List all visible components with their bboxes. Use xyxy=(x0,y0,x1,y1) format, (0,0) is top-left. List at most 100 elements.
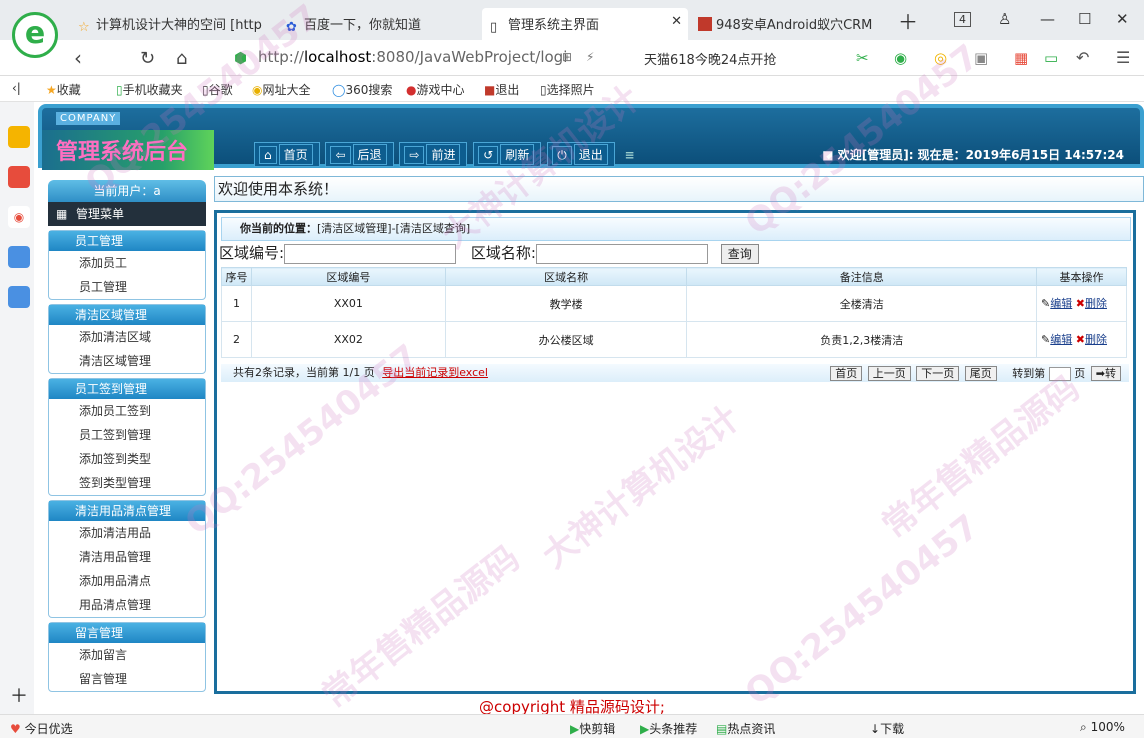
current-user: 当前用户：a xyxy=(48,180,206,202)
menu-item-manage-area[interactable]: 清洁区域管理 xyxy=(49,349,205,373)
menu-group-header[interactable]: 员工签到管理 xyxy=(49,379,205,399)
tab-3[interactable]: ▯ 管理系统主界面 ✕ xyxy=(482,8,688,40)
bookmark-games[interactable]: ●游戏中心 xyxy=(406,81,465,98)
edit-link[interactable]: 编辑 xyxy=(1050,333,1072,346)
menu-item-manage-employee[interactable]: 员工管理 xyxy=(49,275,205,299)
pencil-icon: ✎ xyxy=(1041,296,1051,310)
nav-forward[interactable]: ⇨ 前进 xyxy=(399,142,468,167)
close-icon[interactable]: ✕ xyxy=(671,14,682,29)
battery-icon[interactable]: ▭ xyxy=(1044,49,1058,67)
sidebar-toggle-icon[interactable]: ‹| xyxy=(12,81,21,95)
delete-link[interactable]: 删除 xyxy=(1085,333,1107,346)
play-icon: ▶ xyxy=(570,722,580,736)
menu-item-manage-signin-type[interactable]: 签到类型管理 xyxy=(49,471,205,495)
delete-link[interactable]: 删除 xyxy=(1085,297,1107,310)
go-button[interactable]: ➡转 xyxy=(1090,366,1121,381)
menu-group-header[interactable]: 员工管理 xyxy=(49,231,205,251)
nav-home[interactable]: ⌂ 首页 xyxy=(254,142,320,167)
bookmark-sites[interactable]: ◉网址大全 xyxy=(252,81,311,98)
coin-icon[interactable]: ◎ xyxy=(934,49,947,67)
favorites-icon[interactable] xyxy=(8,126,30,148)
zoom-level[interactable]: ⌕ 100% xyxy=(1080,720,1125,735)
bookmark-favorites[interactable]: ★收藏 xyxy=(46,81,81,98)
menu-item-add-signin[interactable]: 添加员工签到 xyxy=(49,399,205,423)
menu-group-header[interactable]: 清洁区域管理 xyxy=(49,305,205,325)
first-page-button[interactable]: 首页 xyxy=(830,366,863,381)
export-excel-link[interactable]: 导出当前记录到excel xyxy=(382,366,488,379)
nav-logout[interactable]: ⏻ 退出 xyxy=(547,142,615,167)
new-tab-icon[interactable]: ＋ xyxy=(898,6,918,35)
arrow-right-icon: ⇨ xyxy=(404,146,425,164)
menu-icon[interactable]: ☰ xyxy=(1116,48,1130,67)
home-icon[interactable]: ⌂ xyxy=(176,48,187,69)
menu-item-manage-signin[interactable]: 员工签到管理 xyxy=(49,423,205,447)
weibo-icon[interactable]: ◉ xyxy=(8,206,30,228)
search-icon: ⌕ xyxy=(1080,720,1087,734)
page-number-input[interactable] xyxy=(1048,367,1071,381)
url-input[interactable]: ⬢ http://localhost:8080/JavaWebProject/l… xyxy=(226,45,567,71)
arrow-left-icon: ⇦ xyxy=(330,146,351,164)
tab-count[interactable]: 4 xyxy=(954,12,971,27)
search-form: 区域编号: 区域名称: 查询 xyxy=(217,241,1133,267)
promo-text[interactable]: 天猫618今晚24点开抢 xyxy=(644,49,776,68)
area-code-input[interactable] xyxy=(284,243,457,264)
menu-item-add-area[interactable]: 添加清洁区域 xyxy=(49,325,205,349)
tab-4[interactable]: 948安卓Android蚁穴CRM xyxy=(690,8,880,40)
bookmark-google[interactable]: ▯谷歌 xyxy=(202,81,233,98)
menu-item-add-message[interactable]: 添加留言 xyxy=(49,643,205,667)
scissors-icon[interactable]: ✂ xyxy=(856,49,869,67)
news-icon[interactable] xyxy=(8,166,30,188)
status-left[interactable]: ♥ 今日优选 xyxy=(10,720,73,737)
menu-item-add-inventory[interactable]: 添加用品清点 xyxy=(49,569,205,593)
tab-2[interactable]: ✿ 百度一下，你就知道 xyxy=(278,8,474,40)
edit-link[interactable]: 编辑 xyxy=(1050,297,1072,310)
translate-icon[interactable]: ◉ xyxy=(894,49,907,67)
image-icon[interactable]: ▣ xyxy=(974,49,988,67)
bookmark-exit[interactable]: ■退出 xyxy=(484,81,519,98)
home-icon: ⌂ xyxy=(259,146,277,164)
back-icon[interactable]: ‹ xyxy=(74,46,82,70)
delete-icon: ✖ xyxy=(1075,332,1085,346)
status-item-news[interactable]: ▶头条推荐 xyxy=(640,720,697,737)
browser-logo: e xyxy=(12,12,58,58)
mail-icon[interactable] xyxy=(8,246,30,268)
bookmark-mobile[interactable]: ▯手机收藏夹 xyxy=(116,81,183,98)
reload-icon[interactable]: ↻ xyxy=(140,48,155,69)
menu-group-header[interactable]: 清洁用品清点管理 xyxy=(49,501,205,521)
area-name-input[interactable] xyxy=(535,243,708,264)
menu-item-manage-message[interactable]: 留言管理 xyxy=(49,667,205,691)
nav-back[interactable]: ⇦ 后退 xyxy=(325,142,394,167)
undo-icon[interactable]: ↶ xyxy=(1076,48,1089,67)
status-item-download[interactable]: ↓下载 xyxy=(870,720,904,737)
menu-group-message: 留言管理 添加留言 留言管理 xyxy=(48,622,206,692)
maximize-icon[interactable]: ☐ xyxy=(1078,10,1091,28)
apps-icon[interactable]: ▦ xyxy=(1014,49,1028,67)
menu-group-header[interactable]: 留言管理 xyxy=(49,623,205,643)
lightning-icon[interactable]: ⚡ xyxy=(586,50,594,64)
tab-1[interactable]: ☆ 计算机设计大神的空间 [http xyxy=(70,8,270,40)
prev-page-button[interactable]: 上一页 xyxy=(867,366,911,381)
menu-item-manage-supply[interactable]: 清洁用品管理 xyxy=(49,545,205,569)
query-button[interactable]: 查询 xyxy=(720,243,759,264)
minimize-icon[interactable]: — xyxy=(1040,10,1055,28)
status-item-clip[interactable]: ▶快剪辑 xyxy=(570,720,615,737)
menu-item-add-signin-type[interactable]: 添加签到类型 xyxy=(49,447,205,471)
grid-icon[interactable]: ⊞ xyxy=(562,50,572,64)
menu-item-manage-inventory[interactable]: 用品清点管理 xyxy=(49,593,205,617)
notes-icon[interactable] xyxy=(8,286,30,308)
last-page-button[interactable]: 尾页 xyxy=(964,366,997,381)
menu-item-add-employee[interactable]: 添加员工 xyxy=(49,251,205,275)
shirt-icon[interactable]: ♙ xyxy=(998,10,1011,28)
next-page-button[interactable]: 下一页 xyxy=(916,366,960,381)
status-item-hot[interactable]: ▤热点资讯 xyxy=(716,720,775,737)
nav-refresh[interactable]: ↺ 刷新 xyxy=(473,142,542,167)
grid-icon: ▦ xyxy=(56,207,68,221)
star-icon: ☆ xyxy=(78,20,90,35)
bookmark-360[interactable]: ◯360搜索 xyxy=(332,81,392,98)
list-icon[interactable]: ≡ xyxy=(625,148,635,162)
bookmark-photos[interactable]: ▯选择照片 xyxy=(540,81,595,98)
menu-item-add-supply[interactable]: 添加清洁用品 xyxy=(49,521,205,545)
address-bar: ‹ ↻ ⌂ ⬢ http://localhost:8080/JavaWebPro… xyxy=(0,40,1144,76)
close-window-icon[interactable]: ✕ xyxy=(1116,10,1129,28)
table-header: 序号 区域编号 区域名称 备注信息 基本操作 xyxy=(221,267,1127,286)
